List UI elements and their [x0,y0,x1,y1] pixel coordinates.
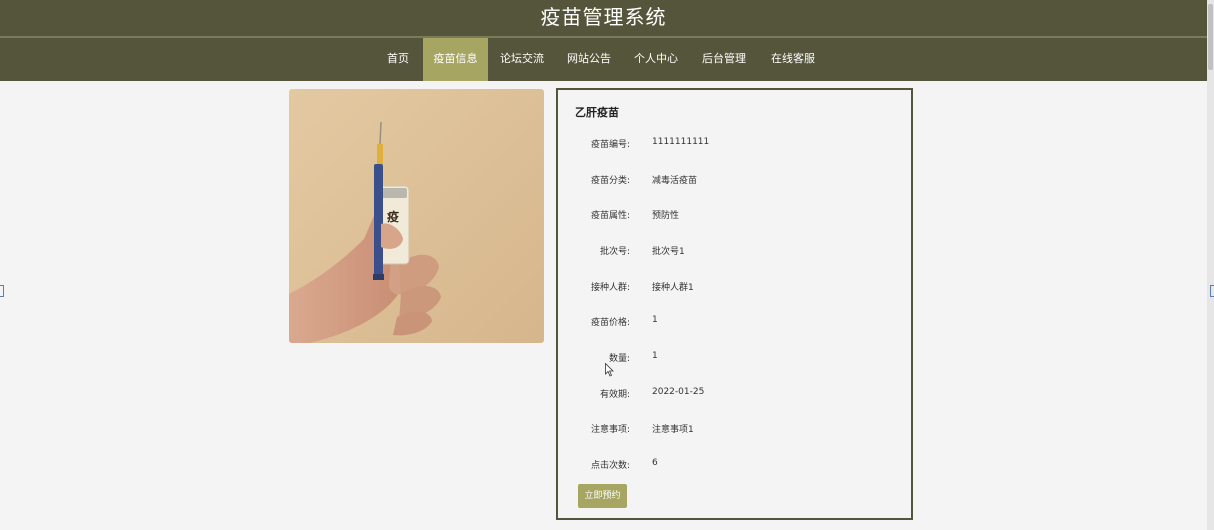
page-scrollbar[interactable] [1207,0,1214,530]
nav-item-home[interactable]: 首页 [378,38,418,81]
scrollbar-thumb[interactable] [1208,4,1213,70]
nav-item-customer-service[interactable]: 在线客服 [765,38,821,81]
site-header: 疫苗管理系统 [0,0,1207,36]
field-value-quantity: 1 [652,351,658,361]
site-title: 疫苗管理系统 [540,5,667,29]
field-value-price: 1 [652,315,658,325]
field-label-notes: 注意事项: [590,425,630,435]
vial-label-top: 疫 [387,209,399,224]
field-label-expiry: 有效期: [599,390,630,400]
main-nav: 首页 疫苗信息 论坛交流 网站公告 个人中心 后台管理 在线客服 [0,38,1207,81]
reserve-now-button[interactable]: 立即预约 [578,484,627,508]
nav-item-personal-center[interactable]: 个人中心 [628,38,684,81]
field-label-batch: 批次号: [599,247,630,257]
left-edge-marker [0,285,4,297]
field-value-batch: 批次号1 [652,247,685,257]
field-label-price: 疫苗价格: [590,318,630,328]
nav-item-forum[interactable]: 论坛交流 [494,38,550,81]
field-value-code: 1111111111 [652,137,710,147]
vaccine-photo-illustration: 疫 苗 [289,89,544,343]
field-value-category: 减毒活疫苗 [652,176,698,186]
field-value-attribute: 预防性 [652,211,680,221]
field-label-attribute: 疫苗属性: [590,211,630,221]
vaccine-name: 乙肝疫苗 [575,106,619,119]
nav-item-announcements[interactable]: 网站公告 [561,38,617,81]
field-label-category: 疫苗分类: [590,176,630,186]
field-value-clicks: 6 [652,458,658,468]
vaccine-image: 疫 苗 [289,89,544,343]
vaccine-detail-panel: 乙肝疫苗 疫苗编号: 1111111111 疫苗分类: 减毒活疫苗 疫苗属性: … [556,88,913,520]
field-label-code: 疫苗编号: [590,140,630,150]
right-edge-marker [1210,285,1214,297]
field-label-population: 接种人群: [590,283,630,293]
field-label-clicks: 点击次数: [590,461,630,471]
field-value-population: 接种人群1 [652,283,694,293]
field-value-notes: 注意事项1 [652,425,694,435]
field-label-quantity: 数量: [608,354,630,364]
nav-item-vaccine-info[interactable]: 疫苗信息 [423,38,488,81]
field-value-expiry: 2022-01-25 [652,387,705,397]
mouse-cursor-icon [605,363,614,377]
nav-item-admin[interactable]: 后台管理 [696,38,752,81]
